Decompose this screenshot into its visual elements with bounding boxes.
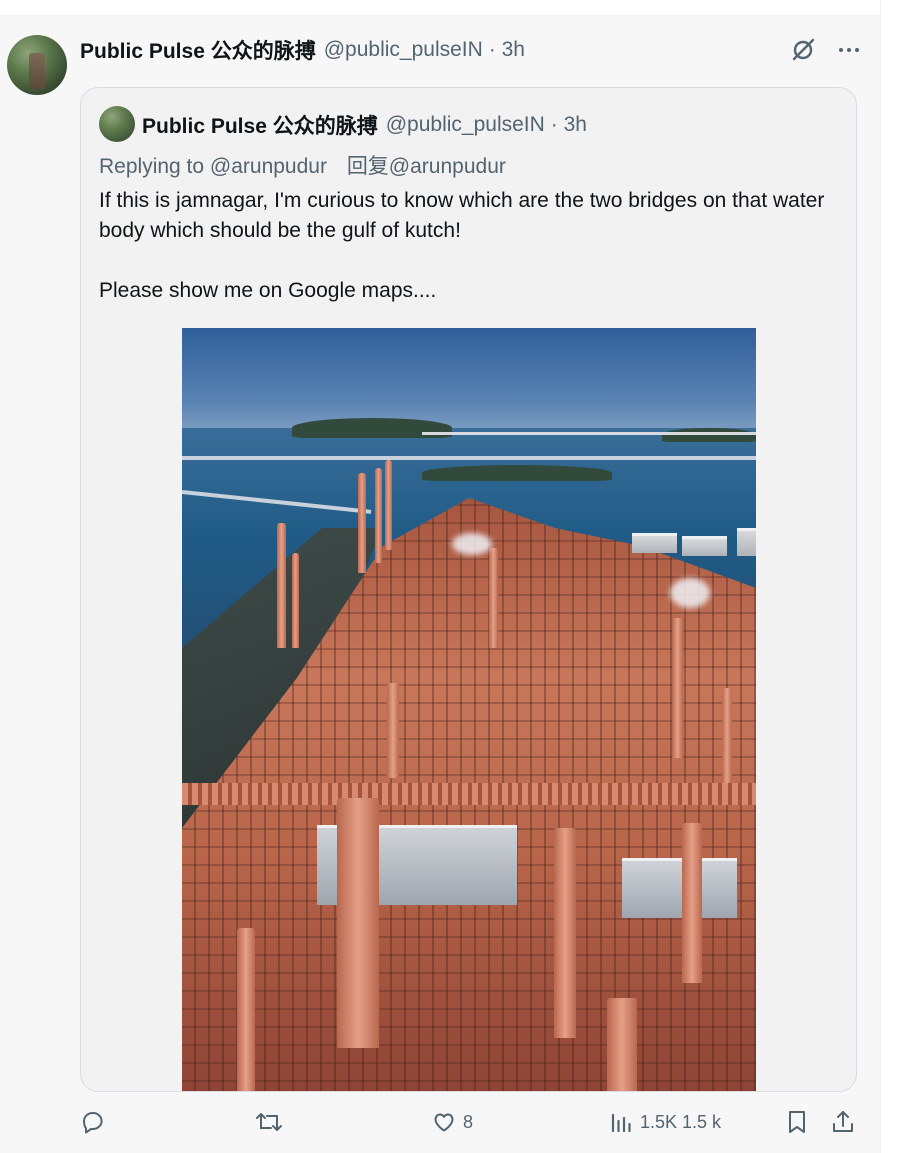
top-divider bbox=[0, 0, 880, 16]
image-stack bbox=[375, 468, 382, 563]
image-column bbox=[554, 828, 576, 1038]
author-avatar[interactable] bbox=[7, 35, 67, 95]
like-count: 8 bbox=[463, 1111, 474, 1132]
post-action-bar: 8 1.5K 1.5 k bbox=[80, 1109, 870, 1143]
replying-to-label: Replying to @arunpudur bbox=[99, 155, 327, 178]
image-island bbox=[662, 428, 756, 442]
like-button[interactable]: 8 bbox=[431, 1109, 473, 1135]
image-stack bbox=[387, 683, 399, 778]
post-time[interactable]: · 3h bbox=[489, 38, 525, 62]
quoted-author-handle: @public_pulseIN bbox=[385, 113, 545, 136]
replying-to-line: Replying to @arunpudur 回复@arunpudur bbox=[99, 150, 506, 180]
image-bridge bbox=[182, 456, 756, 460]
image-pipe-rack bbox=[182, 783, 756, 805]
quoted-post-time: · 3h bbox=[550, 113, 587, 136]
quoted-author-name: Public Pulse 公众的脉搏 bbox=[142, 115, 378, 138]
quoted-author-avatar bbox=[99, 106, 135, 142]
share-icon bbox=[833, 1111, 853, 1132]
industrial-refinery-image[interactable] bbox=[182, 328, 756, 1091]
bookmark-icon bbox=[789, 1111, 805, 1133]
image-bridge bbox=[422, 432, 756, 435]
image-steam bbox=[452, 533, 492, 555]
views-icon bbox=[611, 1113, 631, 1133]
scrollbar-gutter[interactable] bbox=[880, 0, 899, 1153]
image-sky bbox=[182, 328, 756, 433]
author-handle[interactable]: @public_pulseIN bbox=[324, 38, 483, 62]
replying-to-cn-label: 回复@arunpudur bbox=[346, 155, 506, 178]
reply-button[interactable] bbox=[80, 1109, 112, 1135]
image-stack bbox=[672, 618, 683, 758]
quoted-text-paragraph: If this is jamnagar, I'm curious to know… bbox=[99, 189, 825, 242]
quoted-post-header: Public Pulse 公众的脉搏 @public_pulseIN · 3h bbox=[142, 110, 587, 140]
quoted-post-card[interactable]: Public Pulse 公众的脉搏 @public_pulseIN · 3h … bbox=[80, 87, 857, 1092]
image-island bbox=[292, 418, 452, 438]
image-building bbox=[682, 536, 727, 556]
views-button[interactable]: 1.5K 1.5 k bbox=[608, 1109, 721, 1135]
share-button[interactable] bbox=[830, 1109, 856, 1135]
image-stack bbox=[722, 688, 732, 783]
repost-icon bbox=[256, 1113, 282, 1131]
image-stack bbox=[489, 548, 498, 648]
repost-button[interactable] bbox=[254, 1109, 290, 1135]
bookmark-button[interactable] bbox=[784, 1109, 810, 1135]
quoted-text-paragraph: Please show me on Google maps.... bbox=[99, 279, 437, 302]
more-icon[interactable] bbox=[834, 35, 864, 65]
views-count: 1.5K 1.5 k bbox=[640, 1111, 722, 1132]
post-header: Public Pulse 公众的脉搏 @public_pulseIN · 3h bbox=[80, 36, 525, 64]
image-stack bbox=[358, 473, 366, 573]
post-header-actions bbox=[788, 35, 864, 65]
heart-icon bbox=[434, 1113, 454, 1132]
image-island bbox=[422, 465, 612, 481]
author-name[interactable]: Public Pulse 公众的脉搏 bbox=[80, 35, 316, 65]
image-steam bbox=[670, 578, 710, 608]
image-stack bbox=[292, 553, 299, 648]
image-column bbox=[337, 798, 379, 1048]
grok-icon[interactable] bbox=[788, 35, 818, 65]
image-building bbox=[737, 528, 756, 556]
image-stack bbox=[385, 460, 392, 550]
image-column bbox=[682, 823, 702, 983]
quoted-post-text: If this is jamnagar, I'm curious to know… bbox=[99, 186, 839, 306]
image-building bbox=[632, 533, 677, 553]
reply-icon bbox=[83, 1112, 103, 1134]
image-column bbox=[607, 998, 637, 1091]
image-building bbox=[622, 858, 737, 918]
image-stack bbox=[277, 523, 286, 648]
image-column bbox=[237, 928, 255, 1091]
